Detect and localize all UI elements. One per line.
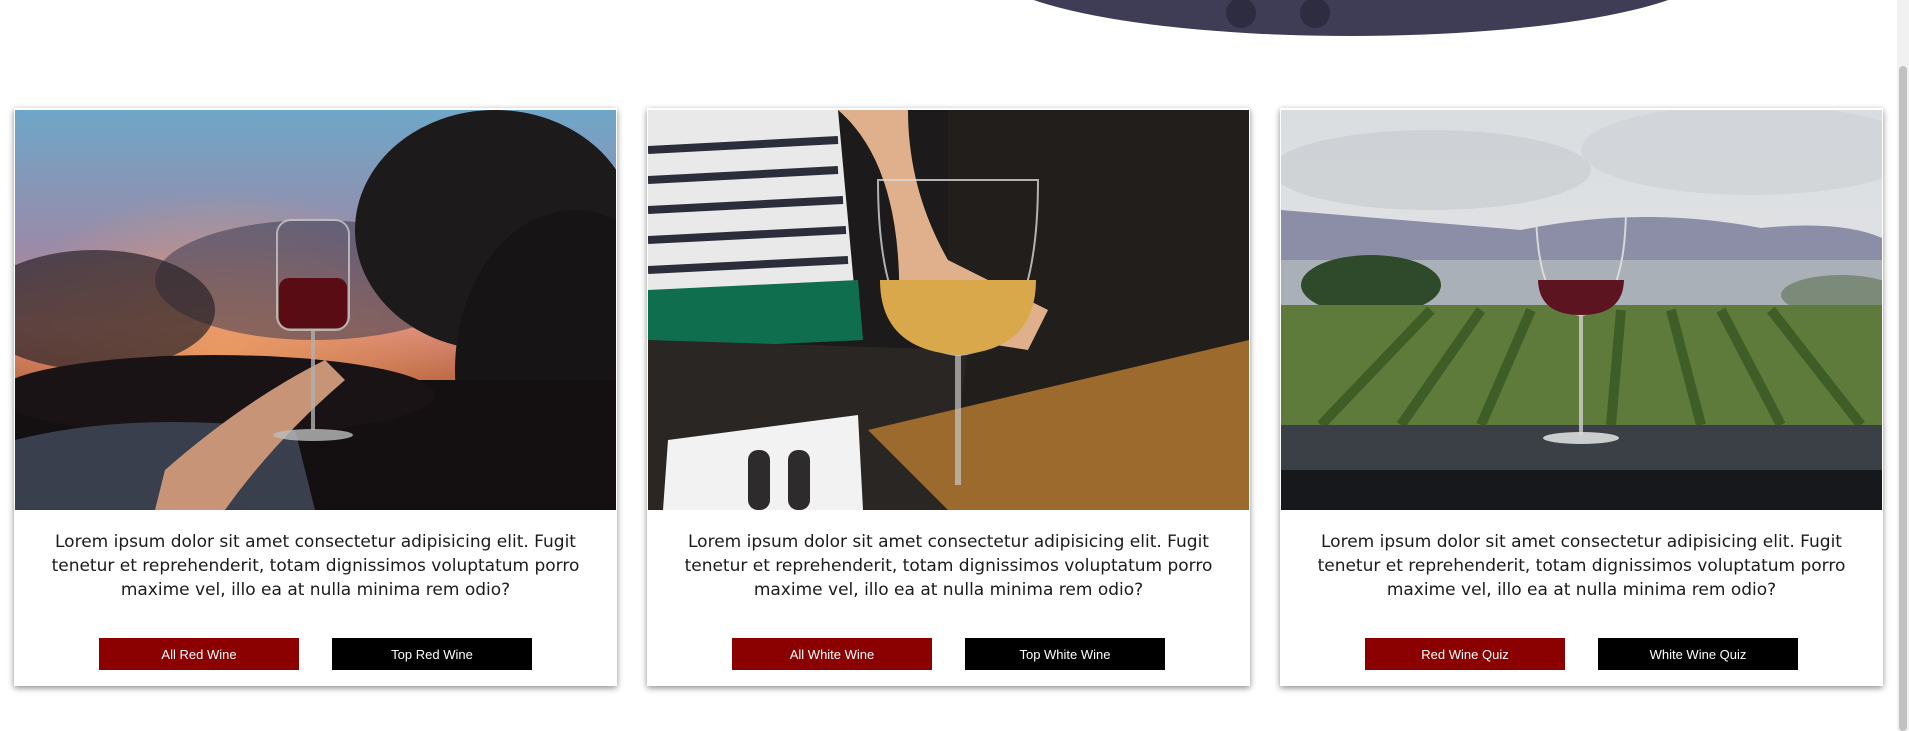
banner-dot xyxy=(1300,0,1330,28)
white-wine-quiz-button[interactable]: White Wine Quiz xyxy=(1598,638,1798,670)
banner-dot xyxy=(1226,0,1256,28)
scrollbar[interactable] xyxy=(1897,0,1909,731)
wine-card: Lorem ipsum dolor sit amet consectetur a… xyxy=(14,108,617,686)
top-white-wine-button[interactable]: Top White Wine xyxy=(965,638,1165,670)
card-actions: Red Wine Quiz White Wine Quiz xyxy=(1365,638,1798,670)
red-wine-sunset-photo xyxy=(15,110,616,510)
card-description: Lorem ipsum dolor sit amet consectetur a… xyxy=(51,532,580,600)
vineyard-wine-glass-illustration xyxy=(1281,110,1882,510)
page: Lorem ipsum dolor sit amet consectetur a… xyxy=(0,0,1909,731)
white-wine-glass-illustration xyxy=(648,110,1249,510)
vineyard-wine-glass-photo xyxy=(1281,110,1882,510)
red-wine-quiz-button[interactable]: Red Wine Quiz xyxy=(1365,638,1565,670)
wine-card: Lorem ipsum dolor sit amet consectetur a… xyxy=(1280,108,1883,686)
top-banner xyxy=(988,0,1714,36)
card-actions: All White Wine Top White Wine xyxy=(732,638,1165,670)
all-white-wine-button[interactable]: All White Wine xyxy=(732,638,932,670)
red-wine-sunset-illustration xyxy=(15,110,616,510)
wine-card: Lorem ipsum dolor sit amet consectetur a… xyxy=(647,108,1250,686)
top-red-wine-button[interactable]: Top Red Wine xyxy=(332,638,532,670)
card-description: Lorem ipsum dolor sit amet consectetur a… xyxy=(684,532,1213,600)
all-red-wine-button[interactable]: All Red Wine xyxy=(99,638,299,670)
card-actions: All Red Wine Top Red Wine xyxy=(99,638,532,670)
white-wine-glass-photo xyxy=(648,110,1249,510)
card-grid: Lorem ipsum dolor sit amet consectetur a… xyxy=(14,108,1883,686)
card-description: Lorem ipsum dolor sit amet consectetur a… xyxy=(1317,532,1846,600)
scrollbar-thumb[interactable] xyxy=(1899,66,1907,731)
